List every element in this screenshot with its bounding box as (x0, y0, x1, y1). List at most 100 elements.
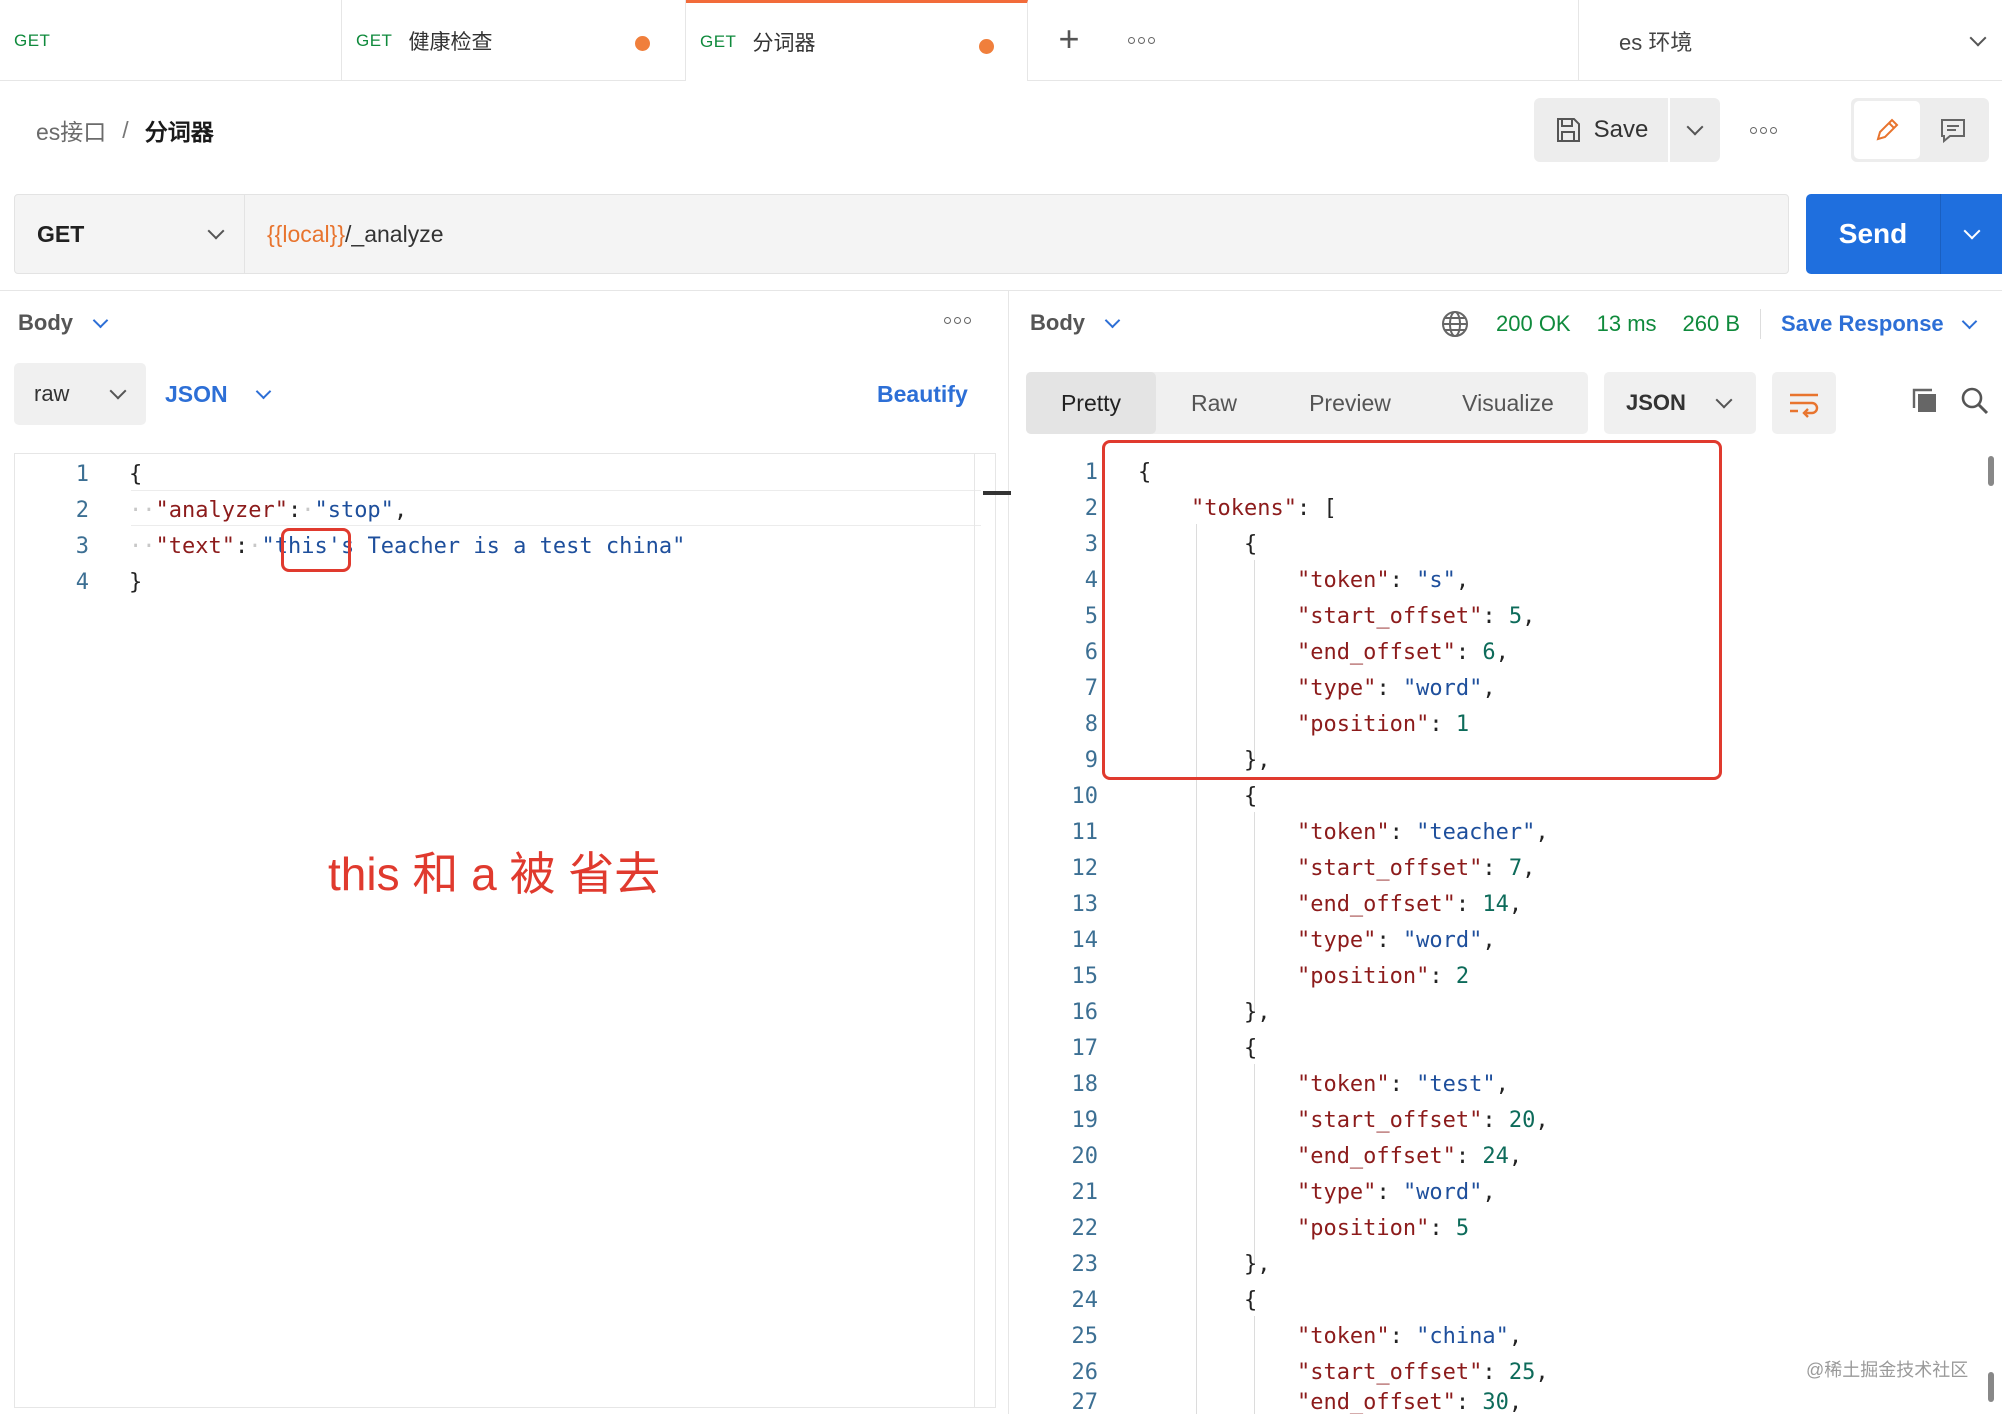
divider (1760, 309, 1762, 339)
send-button[interactable]: Send (1806, 194, 1941, 274)
save-group: Save (1534, 98, 1720, 162)
code-line: 26 "start_offset": 25, (1071, 1359, 1549, 1385)
globe-icon[interactable] (1440, 309, 1470, 339)
url-input[interactable]: {{local}}/_analyze (245, 195, 1788, 273)
code-text: ··"analyzer":·"stop", (129, 497, 408, 523)
line-number: 3 (75, 533, 89, 559)
method-label: GET (37, 220, 85, 247)
send-options-button[interactable] (1941, 194, 2002, 274)
plus-icon[interactable]: + (1052, 21, 1086, 58)
method-select[interactable]: GET (15, 195, 245, 273)
breadcrumb-collection[interactable]: es接口 (36, 113, 106, 147)
chevron-down-icon (1961, 313, 1977, 329)
tab-method: GET (14, 30, 51, 50)
edit-icon (1876, 118, 1899, 141)
tab-preview[interactable]: Preview (1272, 372, 1428, 434)
tab-request-1[interactable]: GET (0, 0, 342, 81)
breadcrumb-separator: / (122, 116, 129, 143)
search-icon[interactable] (1960, 386, 1990, 416)
code-line: 4 } (15, 564, 143, 600)
chevron-down-icon (92, 312, 109, 328)
comment-mode-button[interactable] (1920, 101, 1986, 159)
line-number: 4 (75, 569, 89, 595)
status-code[interactable]: 200 OK (1496, 311, 1571, 337)
edit-mode-button[interactable] (1854, 101, 1920, 159)
more-icon[interactable] (1750, 118, 1777, 142)
response-format-label: JSON (1626, 390, 1686, 415)
watermark: @稀土掘金技术社区 (1806, 1360, 1969, 1380)
chevron-down-icon (109, 382, 127, 400)
scroll-thumb[interactable] (983, 491, 1011, 495)
body-language-label: JSON (165, 380, 228, 407)
code-line: 22 "position": 5 (1071, 1215, 1470, 1241)
code-text: } (129, 569, 143, 595)
unsaved-dot-icon (979, 39, 994, 54)
scroll-thumb[interactable] (1988, 456, 1994, 486)
code-line: 21 "type": "word", (1071, 1179, 1496, 1205)
annotation-text: this 和 a 被 省去 (328, 848, 661, 900)
tab-health-check[interactable]: GET 健康检查 (342, 0, 686, 81)
chevron-down-icon (207, 222, 225, 240)
line-number: 1 (75, 461, 89, 487)
code-line: 14 "type": "word", (1071, 927, 1496, 953)
tab-method: GET (356, 30, 393, 50)
body-mode-label: raw (34, 381, 70, 406)
chevron-down-icon (1104, 312, 1121, 328)
request-body-editor[interactable]: 1 { 2 ··"analyzer":·"stop", 3 ··"text":·… (14, 453, 1011, 1408)
more-icon[interactable] (944, 317, 971, 324)
more-icon[interactable] (1128, 37, 1155, 44)
chevron-down-icon (255, 383, 271, 399)
code-line: 27 "end_offset": 30, (1071, 1390, 1523, 1414)
body-language-select[interactable]: JSON (165, 363, 271, 425)
code-line: 17 { (1071, 1035, 1258, 1061)
code-line: 20 "end_offset": 24, (1071, 1143, 1523, 1169)
code-line: 15 "position": 2 (1071, 963, 1470, 989)
code-line: 12 "start_offset": 7, (1071, 855, 1536, 881)
chevron-down-icon (1715, 391, 1733, 409)
response-body-label: Body (1030, 310, 1085, 335)
response-body-title[interactable]: Body (1030, 310, 1121, 336)
breadcrumb: es接口 / 分词器 (36, 113, 214, 147)
code-line: 24 { (1071, 1287, 1258, 1313)
tab-raw[interactable]: Raw (1156, 372, 1272, 434)
response-size[interactable]: 260 B (1683, 311, 1741, 337)
code-text: { (129, 461, 143, 487)
code-line: 10 { (1071, 783, 1258, 809)
editor-scrollbar[interactable] (974, 454, 975, 1407)
response-view-tabs: Pretty Raw Preview Visualize (1026, 372, 1588, 434)
body-mode-select[interactable]: raw (14, 363, 146, 425)
divider (0, 290, 2002, 291)
copy-icon[interactable] (1910, 386, 1940, 416)
tab-label: 健康检查 (408, 30, 493, 54)
save-response-label: Save Response (1781, 311, 1944, 336)
request-body-title[interactable]: Body (18, 310, 109, 336)
response-time[interactable]: 13 ms (1597, 311, 1657, 337)
save-response-button[interactable]: Save Response (1781, 311, 1977, 337)
tab-analyzer[interactable]: GET 分词器 (686, 0, 1028, 81)
save-options-button[interactable] (1670, 98, 1720, 162)
tab-label: 分词器 (752, 32, 816, 55)
environment-select[interactable]: es 环境 (1578, 0, 2002, 81)
code-line: 18 "token": "test", (1071, 1071, 1509, 1097)
code-line: 16 }, (1071, 999, 1271, 1025)
save-button[interactable]: Save (1534, 98, 1670, 162)
wrap-lines-button[interactable] (1772, 372, 1836, 434)
beautify-button[interactable]: Beautify (877, 381, 968, 408)
response-format-select[interactable]: JSON (1604, 372, 1756, 434)
code-line: 19 "start_offset": 20, (1071, 1107, 1549, 1133)
save-label: Save (1593, 116, 1649, 143)
breadcrumb-request[interactable]: 分词器 (145, 113, 214, 147)
annotation-highlight-box (1102, 440, 1722, 780)
code-line: 13 "end_offset": 14, (1071, 891, 1523, 917)
tab-visualize[interactable]: Visualize (1428, 372, 1588, 434)
save-icon (1556, 118, 1580, 142)
tab-pretty[interactable]: Pretty (1026, 372, 1156, 434)
response-status-row: 200 OK 13 ms 260 B Save Response (1440, 309, 1977, 339)
code-line: 23 }, (1071, 1251, 1271, 1277)
pane-divider[interactable] (1008, 290, 1009, 1414)
chevron-down-icon (1969, 29, 1987, 47)
tab-method: GET (700, 32, 737, 51)
scroll-thumb[interactable] (1988, 1372, 1994, 1402)
side-panel-toggle (1851, 98, 1989, 162)
wrap-icon (1790, 393, 1819, 418)
